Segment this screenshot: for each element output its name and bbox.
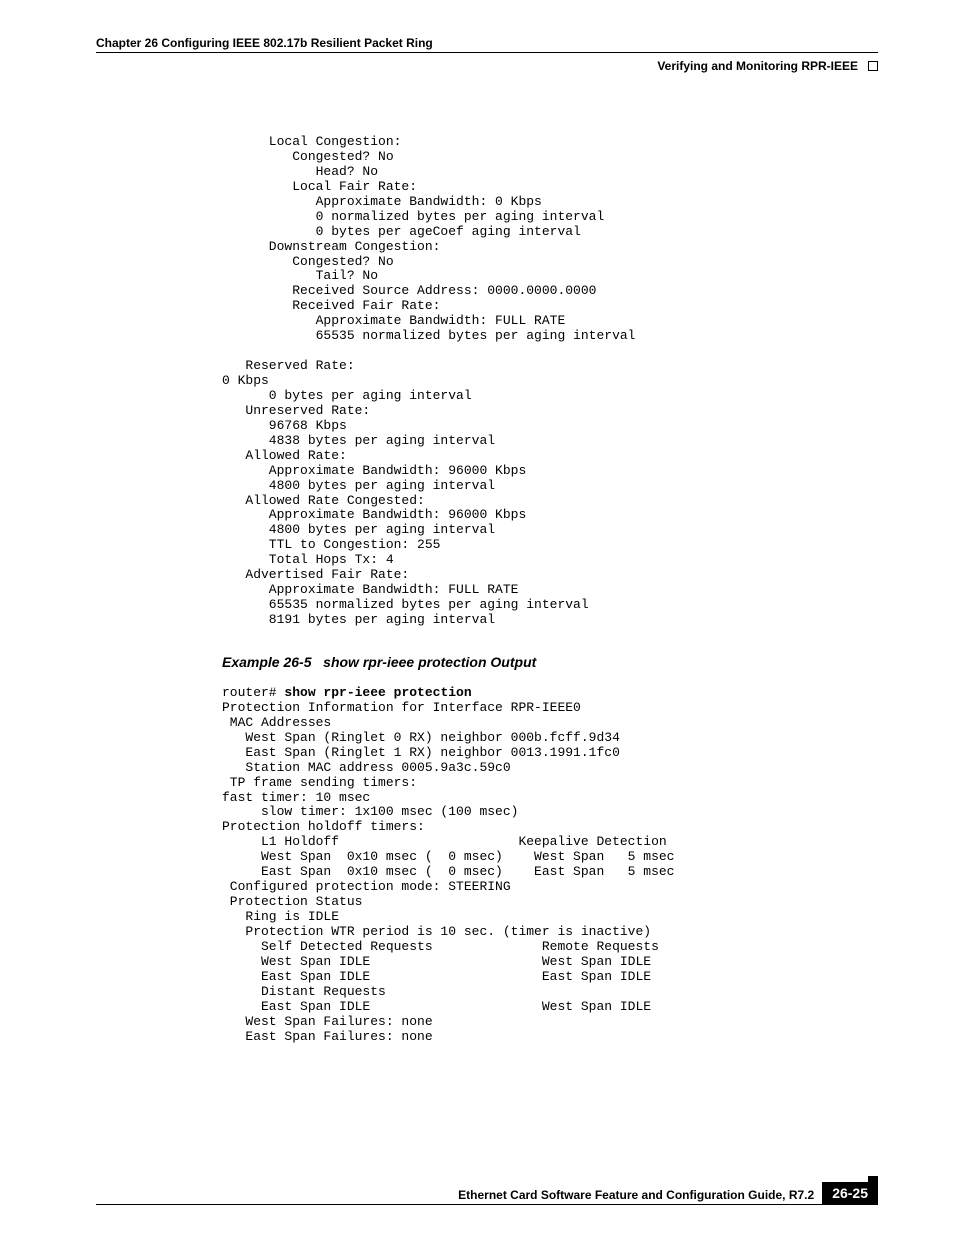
example-number: Example 26-5 — [222, 654, 312, 670]
code-block-2: router# show rpr-ieee protection Protect… — [222, 686, 878, 1045]
cmd-command: show rpr-ieee protection — [284, 685, 471, 700]
example-caption: show rpr-ieee protection Output — [323, 654, 536, 670]
cmd-output: Protection Information for Interface RPR… — [222, 700, 674, 1044]
code-block-1: Local Congestion: Congested? No Head? No… — [222, 135, 878, 628]
page-footer: Ethernet Card Software Feature and Confi… — [96, 1183, 878, 1205]
chapter-header: Chapter 26 Configuring IEEE 802.17b Resi… — [96, 36, 878, 53]
footer-guide-title: Ethernet Card Software Feature and Confi… — [96, 1188, 822, 1204]
section-box-icon — [868, 61, 878, 71]
footer-marker-icon — [868, 1176, 878, 1186]
section-header: Verifying and Monitoring RPR-IEEE — [657, 59, 858, 73]
cmd-prompt: router# — [222, 685, 284, 700]
example-title: Example 26-5 show rpr-ieee protection Ou… — [222, 654, 878, 670]
